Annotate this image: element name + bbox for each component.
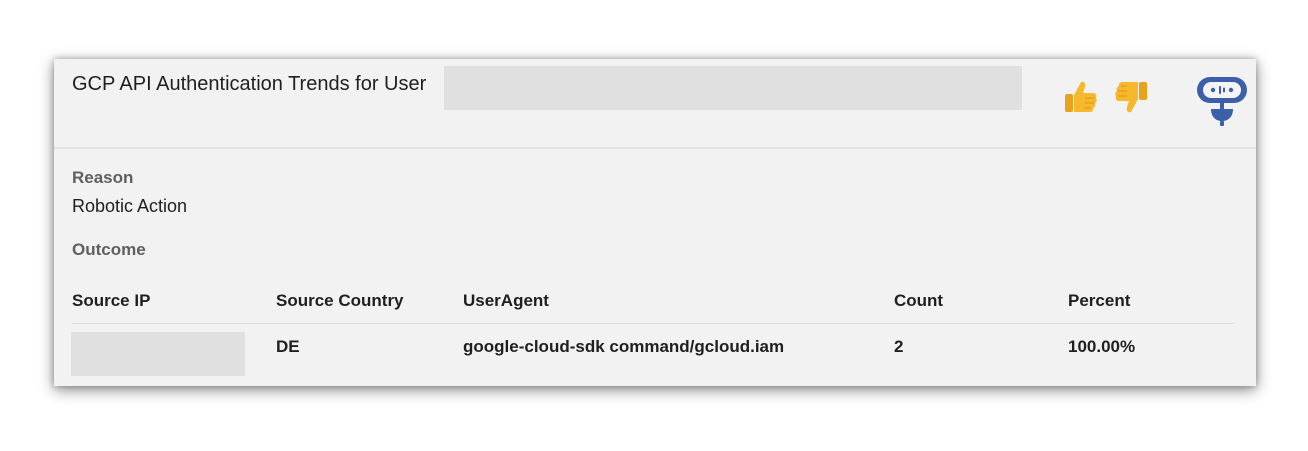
redacted-username [444, 66, 1022, 110]
column-header-source-country[interactable]: Source Country [276, 291, 404, 311]
redacted-source-ip [71, 332, 245, 376]
card-title: GCP API Authentication Trends for User [72, 73, 427, 95]
card-header: GCP API Authentication Trends for User [54, 59, 1256, 149]
cell-percent: 100.00% [1068, 337, 1136, 356]
thumbs-down-icon[interactable] [1111, 77, 1151, 117]
cell-source-country: DE [276, 337, 300, 356]
outcome-label: Outcome [72, 240, 146, 259]
column-header-count[interactable]: Count [894, 291, 943, 311]
column-header-percent[interactable]: Percent [1068, 291, 1130, 311]
reason-value: Robotic Action [72, 196, 188, 216]
reason-label: Reason [72, 168, 134, 187]
thumbs-up-icon[interactable] [1061, 77, 1101, 117]
column-header-source-ip[interactable]: Source IP [72, 291, 150, 311]
robot-assistant-icon[interactable] [1194, 73, 1250, 129]
table-divider [72, 323, 1234, 324]
trend-card: GCP API Authentication Trends for User R… [54, 59, 1256, 386]
cell-useragent: google-cloud-sdk command/gcloud.iam [463, 337, 785, 356]
column-header-useragent[interactable]: UserAgent [463, 291, 549, 311]
cell-count: 2 [894, 337, 904, 356]
